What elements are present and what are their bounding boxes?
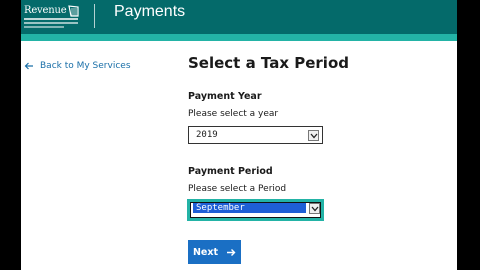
page-title: Select a Tax Period (188, 54, 349, 72)
payment-period-select[interactable]: September (187, 199, 324, 221)
back-link-label: Back to My Services (40, 61, 131, 71)
next-button[interactable]: Next (188, 240, 241, 264)
app-window: Revenue Payments Back to My Services Sel… (21, 0, 457, 270)
logo-subtitle-line (24, 26, 64, 28)
logo-subtitle-line (24, 18, 78, 20)
back-to-my-services-link[interactable]: Back to My Services (24, 61, 131, 71)
page-section-title: Payments (114, 3, 186, 20)
logo-wordmark: Revenue (24, 5, 67, 16)
payment-year-value: 2019 (196, 130, 218, 140)
header-accent-stripe (21, 34, 457, 41)
header-divider (94, 4, 95, 28)
payment-year-hint: Please select a year (188, 109, 279, 119)
arrow-right-icon (227, 248, 236, 256)
payment-year-label: Payment Year (188, 91, 262, 102)
revenue-logo[interactable]: Revenue (24, 3, 80, 31)
payment-period-hint: Please select a Period (188, 184, 287, 194)
chevron-down-icon[interactable] (308, 130, 319, 141)
chevron-down-icon[interactable] (309, 203, 320, 214)
payment-period-label: Payment Period (188, 166, 273, 177)
next-button-label: Next (192, 246, 219, 258)
harp-logo-icon (68, 5, 79, 17)
payment-year-select[interactable]: 2019 (188, 126, 323, 144)
payment-period-value: September (193, 203, 306, 213)
logo-subtitle-line (24, 22, 78, 24)
site-header: Revenue Payments (21, 0, 457, 34)
arrow-left-icon (24, 62, 33, 70)
